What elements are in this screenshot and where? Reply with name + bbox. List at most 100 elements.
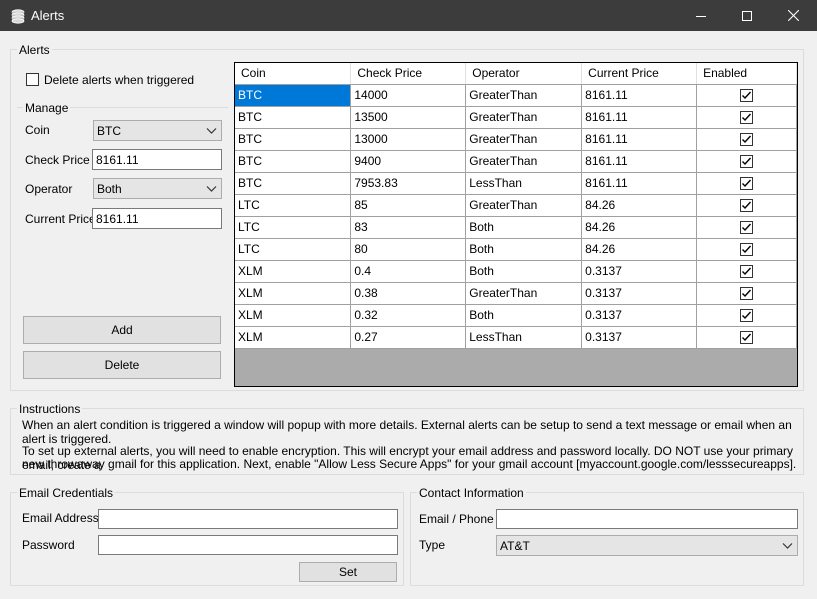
enabled-checkbox[interactable]: [740, 331, 754, 345]
enabled-cell[interactable]: [696, 150, 797, 173]
operator-select[interactable]: Both: [93, 178, 222, 199]
table-row[interactable]: BTC 13000 GreaterThan 8161.11: [235, 128, 797, 151]
enabled-cell[interactable]: [696, 172, 797, 195]
delete-when-triggered-checkbox[interactable]: [26, 73, 39, 86]
current-price-cell[interactable]: 8161.11: [581, 172, 698, 195]
enabled-cell[interactable]: [696, 326, 797, 349]
coin-cell[interactable]: XLM: [235, 326, 352, 349]
current-price-cell[interactable]: 8161.11: [581, 128, 698, 151]
table-row[interactable]: XLM 0.38 GreaterThan 0.3137: [235, 282, 797, 305]
add-button[interactable]: Add: [23, 316, 221, 344]
check-price-cell[interactable]: 0.4: [350, 260, 467, 283]
current-price-cell[interactable]: 84.26: [581, 194, 698, 217]
operator-cell[interactable]: Both: [465, 260, 583, 283]
enabled-checkbox[interactable]: [740, 133, 754, 147]
table-row[interactable]: BTC 9400 GreaterThan 8161.11: [235, 150, 797, 173]
operator-cell[interactable]: GreaterThan: [465, 128, 583, 151]
column-header-current-price[interactable]: Current Price: [581, 63, 698, 85]
table-row[interactable]: LTC 80 Both 84.26: [235, 238, 797, 261]
enabled-cell[interactable]: [696, 128, 797, 151]
coin-cell[interactable]: BTC: [235, 128, 352, 151]
check-price-cell[interactable]: 13000: [350, 128, 467, 151]
enabled-checkbox[interactable]: [740, 111, 754, 125]
operator-cell[interactable]: LessThan: [465, 326, 583, 349]
password-input[interactable]: [98, 535, 398, 555]
enabled-cell[interactable]: [696, 194, 797, 217]
coin-cell[interactable]: BTC: [235, 84, 352, 107]
maximize-button[interactable]: [724, 0, 770, 31]
current-price-cell[interactable]: 84.26: [581, 216, 698, 239]
current-price-cell[interactable]: 8161.11: [581, 150, 698, 173]
coin-cell[interactable]: XLM: [235, 304, 352, 327]
enabled-cell[interactable]: [696, 84, 797, 107]
set-button[interactable]: Set: [299, 562, 397, 582]
operator-cell[interactable]: Both: [465, 304, 583, 327]
current-price-cell[interactable]: 8161.11: [581, 106, 698, 129]
current-price-cell[interactable]: 0.3137: [581, 326, 698, 349]
coin-cell[interactable]: BTC: [235, 150, 352, 173]
check-price-cell[interactable]: 0.32: [350, 304, 467, 327]
delete-button[interactable]: Delete: [23, 351, 221, 379]
check-price-cell[interactable]: 14000: [350, 84, 467, 107]
operator-cell[interactable]: GreaterThan: [465, 84, 583, 107]
enabled-checkbox[interactable]: [740, 155, 754, 169]
current-price-cell[interactable]: 0.3137: [581, 260, 698, 283]
check-price-cell[interactable]: 80: [350, 238, 467, 261]
operator-cell[interactable]: Both: [465, 216, 583, 239]
coin-cell[interactable]: LTC: [235, 194, 352, 217]
table-row[interactable]: LTC 85 GreaterThan 84.26: [235, 194, 797, 217]
enabled-checkbox[interactable]: [740, 89, 754, 103]
current-price-cell[interactable]: 0.3137: [581, 304, 698, 327]
table-row[interactable]: XLM 0.27 LessThan 0.3137: [235, 326, 797, 349]
minimize-button[interactable]: [678, 0, 724, 31]
operator-cell[interactable]: GreaterThan: [465, 106, 583, 129]
current-price-input[interactable]: 8161.11: [92, 208, 222, 229]
table-row[interactable]: LTC 83 Both 84.26: [235, 216, 797, 239]
enabled-checkbox[interactable]: [740, 287, 754, 301]
coin-cell[interactable]: LTC: [235, 216, 352, 239]
check-price-cell[interactable]: 0.38: [350, 282, 467, 305]
current-price-cell[interactable]: 0.3137: [581, 282, 698, 305]
enabled-checkbox[interactable]: [740, 243, 754, 257]
enabled-checkbox[interactable]: [740, 265, 754, 279]
enabled-cell[interactable]: [696, 216, 797, 239]
type-select[interactable]: AT&T: [496, 535, 798, 556]
coin-select[interactable]: BTC: [93, 120, 222, 141]
email-phone-input[interactable]: [496, 509, 798, 529]
check-price-cell[interactable]: 13500: [350, 106, 467, 129]
operator-cell[interactable]: GreaterThan: [465, 150, 583, 173]
column-header-check-price[interactable]: Check Price: [350, 63, 467, 85]
enabled-checkbox[interactable]: [740, 221, 754, 235]
operator-cell[interactable]: Both: [465, 238, 583, 261]
table-row[interactable]: XLM 0.4 Both 0.3137: [235, 260, 797, 283]
check-price-cell[interactable]: 0.27: [350, 326, 467, 349]
check-price-input[interactable]: 8161.11: [92, 149, 222, 170]
current-price-cell[interactable]: 84.26: [581, 238, 698, 261]
enabled-checkbox[interactable]: [740, 309, 754, 323]
operator-cell[interactable]: GreaterThan: [465, 194, 583, 217]
enabled-cell[interactable]: [696, 282, 797, 305]
email-address-input[interactable]: [98, 509, 398, 529]
check-price-cell[interactable]: 9400: [350, 150, 467, 173]
enabled-cell[interactable]: [696, 106, 797, 129]
table-row[interactable]: BTC 13500 GreaterThan 8161.11: [235, 106, 797, 129]
check-price-cell[interactable]: 7953.83: [350, 172, 467, 195]
column-header-coin[interactable]: Coin: [235, 63, 352, 85]
check-price-cell[interactable]: 85: [350, 194, 467, 217]
enabled-cell[interactable]: [696, 304, 797, 327]
column-header-enabled[interactable]: Enabled: [696, 63, 797, 85]
coin-cell[interactable]: BTC: [235, 106, 352, 129]
coin-cell[interactable]: LTC: [235, 238, 352, 261]
close-button[interactable]: [770, 0, 816, 31]
enabled-cell[interactable]: [696, 238, 797, 261]
table-row[interactable]: BTC 7953.83 LessThan 8161.11: [235, 172, 797, 195]
coin-cell[interactable]: XLM: [235, 260, 352, 283]
check-price-cell[interactable]: 83: [350, 216, 467, 239]
coin-cell[interactable]: BTC: [235, 172, 352, 195]
operator-cell[interactable]: GreaterThan: [465, 282, 583, 305]
alerts-grid[interactable]: Coin Check Price Operator Current Price …: [234, 62, 798, 387]
table-row[interactable]: BTC 14000 GreaterThan 8161.11: [235, 84, 797, 107]
coin-cell[interactable]: XLM: [235, 282, 352, 305]
table-row[interactable]: XLM 0.32 Both 0.3137: [235, 304, 797, 327]
enabled-cell[interactable]: [696, 260, 797, 283]
